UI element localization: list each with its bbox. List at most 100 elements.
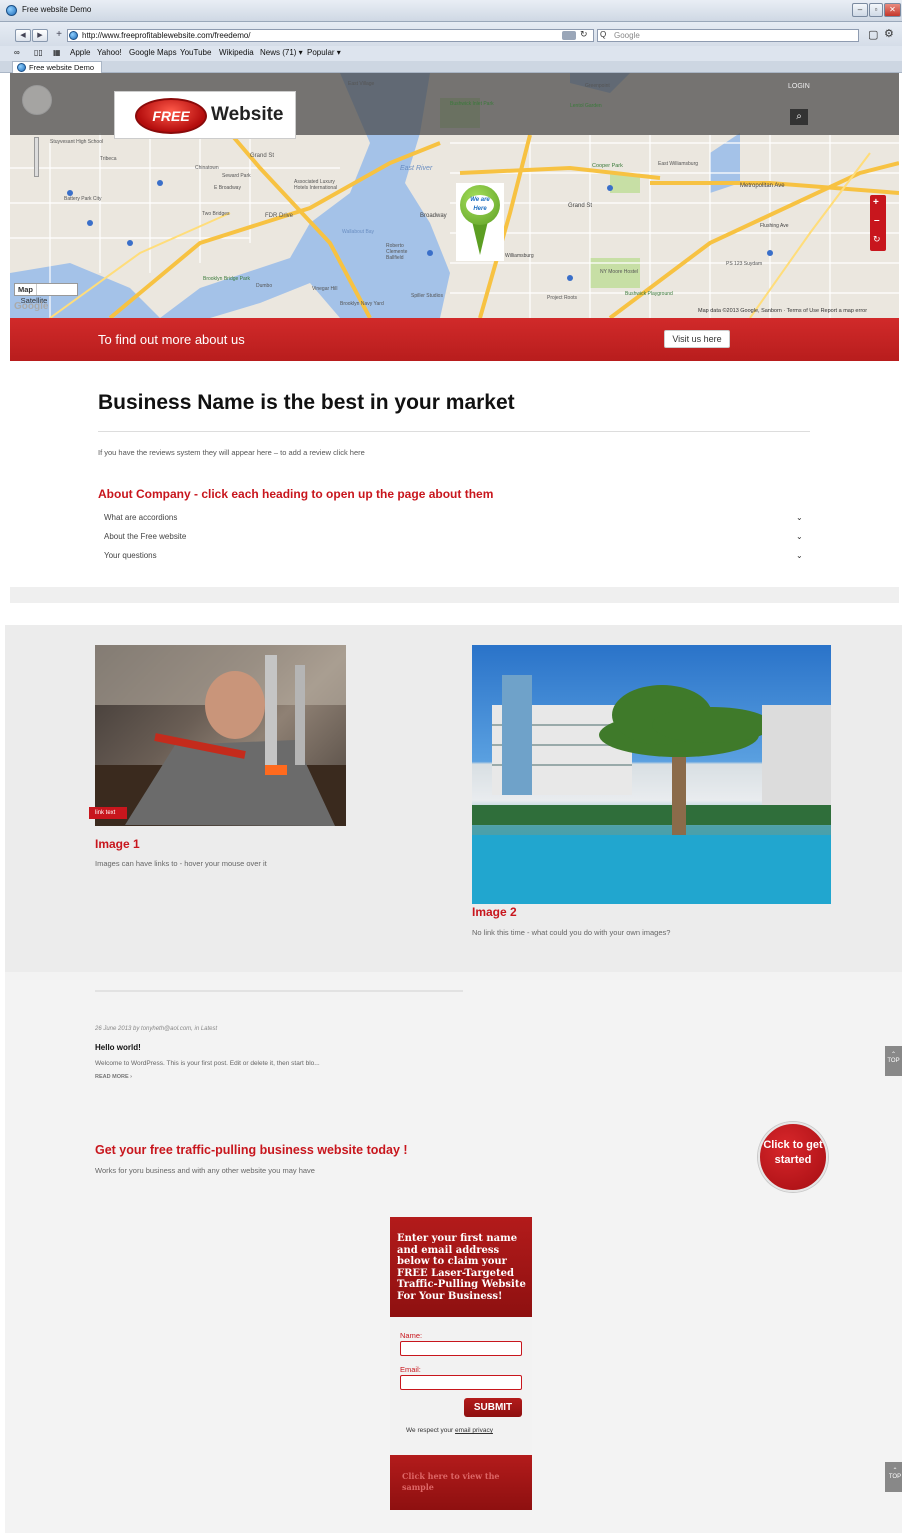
add-tab-icon[interactable]: + <box>53 29 65 42</box>
chevron-down-icon[interactable]: ⌄ <box>796 513 803 522</box>
map-label: Grand St <box>568 203 593 209</box>
plumber-graphic <box>95 645 346 826</box>
map-label: Tribeca <box>100 156 117 162</box>
map-label: Flushing Ave <box>760 223 789 229</box>
main-content: Business Name is the best in your market… <box>10 361 899 587</box>
map-label: Broadway <box>420 213 447 219</box>
form-heading: Enter your first name and email address … <box>390 1217 532 1317</box>
accordion-item[interactable]: What are accordions <box>104 513 177 522</box>
map-label: NY Moore Hostel <box>600 269 638 275</box>
close-button[interactable]: ✕ <box>884 3 901 17</box>
map-label: Greenpoint <box>585 83 610 89</box>
map-label: Stuyvesant High School <box>50 139 104 145</box>
tab-globe-icon <box>17 63 26 72</box>
visit-us-button[interactable]: Visit us here <box>664 330 730 348</box>
image-link-text[interactable]: link text <box>89 807 127 819</box>
bookmark-popular[interactable]: Popular ▾ <box>307 48 341 57</box>
map-label: E Broadway <box>214 185 241 191</box>
grid-icon[interactable]: ▦ <box>53 48 61 57</box>
email-field[interactable] <box>400 1375 522 1390</box>
name-label: Name: <box>400 1331 423 1340</box>
refresh-icon[interactable]: ↻ <box>873 234 881 245</box>
map-label: PS 123 Suydam <box>726 261 763 267</box>
divider <box>98 431 810 432</box>
get-started-button[interactable]: Click to get started <box>758 1122 828 1192</box>
page-menu-icon[interactable]: ▢ <box>868 28 878 41</box>
window-title: Free website Demo <box>22 5 92 14</box>
search-input[interactable]: Google <box>597 29 859 42</box>
zoom-in-icon[interactable]: + <box>873 197 879 208</box>
image-plumber[interactable] <box>95 645 346 826</box>
map-credit[interactable]: Map data ©2013 Google, Sanborn · Terms o… <box>698 308 867 314</box>
bookmark-yahoo[interactable]: Yahoo! <box>97 48 122 57</box>
top-label: TOP <box>888 1474 902 1480</box>
cta-bar: To find out more about us Visit us here <box>10 318 899 367</box>
location-pin[interactable]: We are Here <box>456 183 504 261</box>
logo-badge: FREE <box>135 98 207 134</box>
submit-button[interactable]: SUBMIT <box>464 1398 522 1417</box>
resort-graphic <box>472 675 831 904</box>
map-label: East Williamsburg <box>658 161 699 167</box>
chevron-down-icon[interactable]: ⌄ <box>796 532 803 541</box>
forward-button[interactable]: ▶ <box>32 29 48 42</box>
name-field[interactable] <box>400 1341 522 1356</box>
pin-head: We are Here <box>460 185 500 225</box>
minimize-button[interactable]: – <box>852 3 868 17</box>
rss-icon[interactable] <box>562 31 576 40</box>
zoom-slider[interactable] <box>34 137 39 177</box>
pan-control[interactable] <box>22 85 52 115</box>
gear-icon[interactable]: ⚙ <box>884 27 894 40</box>
map-label: Roberto Clemente Ballfield <box>386 243 408 261</box>
map-label: Project Roots <box>547 295 578 301</box>
accordion-item[interactable]: About the Free website <box>104 532 186 541</box>
back-button[interactable]: ◀ <box>15 29 31 42</box>
image-caption: Images can have links to - hover your mo… <box>95 859 267 868</box>
side-top-button[interactable]: ⌃ TOP <box>885 1046 902 1076</box>
bookmark-news[interactable]: News (71) ▾ <box>260 48 303 57</box>
divider <box>95 990 463 992</box>
reviews-text[interactable]: If you have the reviews system they will… <box>98 448 365 457</box>
post-excerpt: Welcome to WordPress. This is your first… <box>95 1060 320 1067</box>
post-title[interactable]: Hello world! <box>95 1043 141 1052</box>
bookmark-youtube[interactable]: YouTube <box>180 48 211 57</box>
map-label: Associated Luxury Hotels International <box>294 179 338 191</box>
reader-icon[interactable]: ∞ <box>14 48 20 57</box>
pin-tail <box>472 221 488 255</box>
address-bar[interactable]: http://www.freeprofitablewebsite.com/fre… <box>67 29 594 42</box>
image-resort <box>472 645 831 904</box>
map[interactable]: FREE Website LOGIN ⌕ + – ↻ We are Here M… <box>10 73 899 318</box>
google-logo: Google <box>14 301 49 312</box>
map-label: Bushwick Inlet Park <box>450 101 494 107</box>
reload-icon[interactable]: ↻ <box>580 29 588 40</box>
view-sample-link[interactable]: Click here to view the sample <box>390 1455 532 1510</box>
section-gap <box>0 603 902 625</box>
search-icon: Q <box>600 30 607 39</box>
accordion-item[interactable]: Your questions <box>104 551 157 560</box>
zoom-out-icon[interactable]: – <box>874 215 880 226</box>
map-label: Grand St <box>250 153 275 159</box>
book-icon[interactable]: ▯▯ <box>34 48 43 57</box>
page-title: Business Name is the best in your market <box>98 391 515 414</box>
tab-free-website-demo[interactable]: Free website Demo <box>12 61 102 73</box>
bookmark-apple[interactable]: Apple <box>70 48 90 57</box>
top-label: TOP <box>887 1058 900 1064</box>
map-label: Brooklyn Navy Yard <box>340 301 384 307</box>
map-type-map[interactable]: Map <box>15 284 37 295</box>
signup-form: Enter your first name and email address … <box>390 1217 532 1510</box>
maximize-button[interactable]: ▫ <box>869 3 883 17</box>
back-to-top-button[interactable]: ⌃ TOP <box>885 1462 902 1492</box>
bookmark-wikipedia[interactable]: Wikipedia <box>219 48 254 57</box>
bookmark-google-maps[interactable]: Google Maps <box>129 48 177 57</box>
map-label: Dumbo <box>256 283 273 289</box>
privacy-link[interactable]: email privacy <box>455 1427 493 1434</box>
map-label: Battery Park City <box>64 196 102 202</box>
chevron-down-icon[interactable]: ⌄ <box>796 551 803 560</box>
read-more-link[interactable]: READ MORE › <box>95 1074 132 1080</box>
site-logo[interactable]: FREE Website <box>114 91 296 139</box>
section-gap <box>10 587 899 603</box>
header-search-icon[interactable]: ⌕ <box>790 109 808 125</box>
login-link[interactable]: LOGIN <box>788 83 810 90</box>
window-titlebar: Free website Demo – ▫ ✕ <box>0 0 902 22</box>
logo-text: Website <box>211 104 284 125</box>
image-title[interactable]: Image 1 <box>95 837 140 851</box>
